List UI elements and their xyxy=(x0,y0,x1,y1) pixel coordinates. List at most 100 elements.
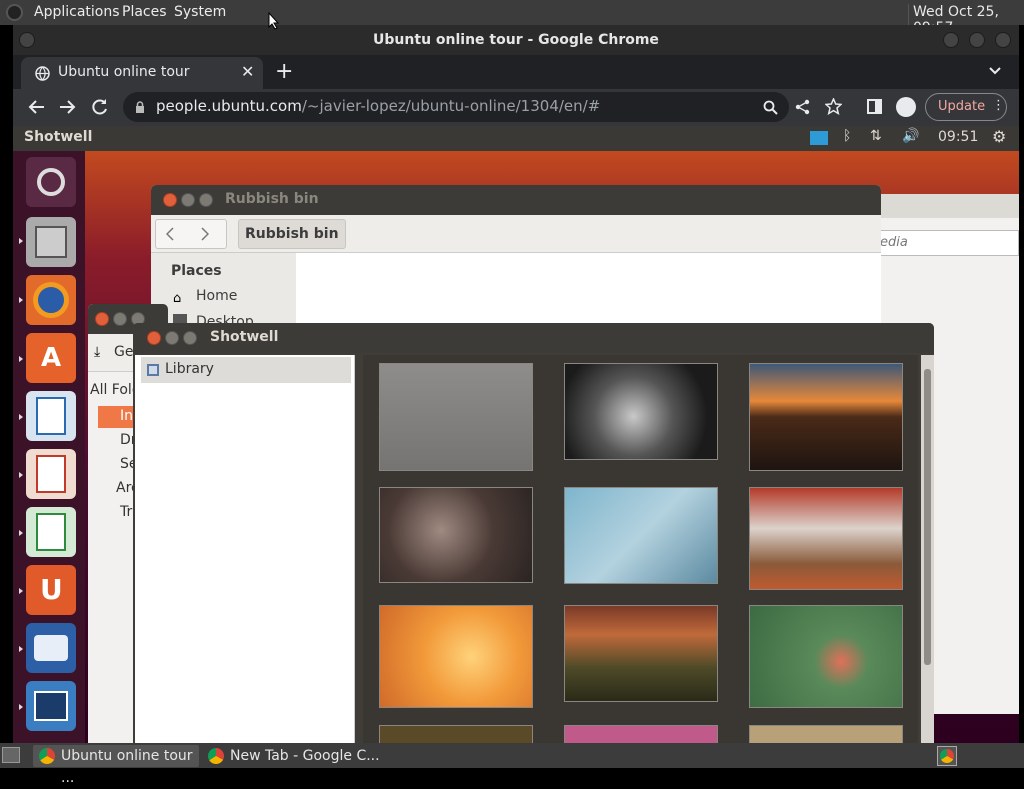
chrome-icon xyxy=(208,748,224,764)
launcher-writer-button[interactable] xyxy=(26,391,76,441)
tour-page: Shotwell ᛒ ⇅ 🔊 09:51 ⚙ A U edia Rubbish … xyxy=(13,126,1019,743)
chevron-left-icon[interactable] xyxy=(166,227,174,241)
zoom-icon[interactable] xyxy=(763,100,778,115)
photo-thumbnail[interactable] xyxy=(564,725,718,743)
photo-thumbnail[interactable] xyxy=(379,487,533,583)
tour-clock[interactable]: 09:51 xyxy=(938,129,978,145)
tab-ubuntu-online-tour[interactable]: Ubuntu online tour ✕ xyxy=(21,57,263,89)
launcher-ubuntu-one-button[interactable]: U xyxy=(26,565,76,615)
window-menu-button[interactable] xyxy=(19,32,35,48)
top-panel: Applications Places System Wed Oct 25, 0… xyxy=(0,0,1024,36)
address-bar[interactable]: people.ubuntu.com/~javier-lopez/ubuntu-o… xyxy=(123,92,789,122)
taskbar-item-ubuntu-tour[interactable]: Ubuntu online tour ... xyxy=(33,745,199,786)
menu-applications[interactable]: Applications xyxy=(34,4,120,20)
globe-icon xyxy=(35,66,50,81)
close-button[interactable] xyxy=(995,32,1011,48)
photo-thumbnail[interactable] xyxy=(379,363,533,471)
url-host: people.ubuntu.com xyxy=(156,97,302,115)
chrome-window: Ubuntu online tour - Google Chrome Ubunt… xyxy=(13,25,1019,743)
photo-thumbnail[interactable] xyxy=(564,605,718,702)
bluetooth-icon[interactable]: ᛒ xyxy=(843,128,851,144)
launcher-shotwell-button[interactable] xyxy=(26,681,76,731)
library-icon xyxy=(147,364,159,376)
close-button[interactable] xyxy=(163,193,177,207)
chrome-window-title: Ubuntu online tour - Google Chrome xyxy=(373,32,659,48)
more-menu-icon[interactable]: ⋮ xyxy=(992,98,1005,113)
new-tab-button[interactable]: + xyxy=(275,59,293,84)
launcher-dash-button[interactable] xyxy=(26,157,76,207)
folder-row[interactable]: Tr xyxy=(120,504,132,520)
photo-thumbnail[interactable] xyxy=(379,725,533,743)
shotwell-title-bar[interactable]: Shotwell xyxy=(133,323,934,353)
photo-thumbnail[interactable] xyxy=(749,605,903,708)
maximize-button[interactable] xyxy=(199,193,213,207)
launcher-software-center-button[interactable]: A xyxy=(26,333,76,383)
network-icon[interactable]: ⇅ xyxy=(870,128,882,144)
places-header: Places xyxy=(171,263,222,279)
rubbish-bin-title-bar[interactable]: Rubbish bin xyxy=(151,185,881,215)
minimize-button[interactable] xyxy=(113,312,127,326)
workspace-switcher[interactable] xyxy=(937,746,957,766)
sidebar-item-library[interactable]: Library xyxy=(141,357,351,383)
rubbish-bin-title: Rubbish bin xyxy=(225,191,319,207)
files-toolbar-label[interactable]: Ge xyxy=(114,344,133,360)
close-button[interactable] xyxy=(95,312,109,326)
search-field[interactable]: edia xyxy=(873,230,1019,256)
scrollbar[interactable] xyxy=(921,355,934,743)
lock-icon xyxy=(136,101,144,113)
menu-system[interactable]: System xyxy=(174,4,226,20)
gear-icon[interactable]: ⚙ xyxy=(992,127,1006,146)
photo-thumbnail[interactable] xyxy=(749,725,903,743)
minimize-button[interactable] xyxy=(943,32,959,48)
share-icon[interactable] xyxy=(795,99,811,115)
gnome-foot-icon[interactable] xyxy=(6,4,23,21)
profile-avatar-icon[interactable] xyxy=(896,97,916,117)
photo-thumbnail[interactable] xyxy=(564,487,718,584)
menu-places[interactable]: Places xyxy=(122,4,167,20)
active-app-name: Shotwell xyxy=(24,129,93,145)
rubbish-bin-window: Rubbish bin Rubbish bin Places ⌂ Home De… xyxy=(151,185,881,335)
photo-thumbnail[interactable] xyxy=(749,487,903,590)
scrollbar-thumb[interactable] xyxy=(924,369,931,665)
volume-icon[interactable]: 🔊 xyxy=(902,128,919,144)
forward-arrow-icon[interactable] xyxy=(59,99,77,115)
launcher-calc-button[interactable] xyxy=(26,507,76,557)
photo-thumbnail[interactable] xyxy=(379,605,533,708)
tab-strip: Ubuntu online tour ✕ + xyxy=(13,55,1019,89)
tab-close-icon[interactable]: ✕ xyxy=(241,62,254,81)
maximize-button[interactable] xyxy=(969,32,985,48)
reload-icon[interactable] xyxy=(91,98,109,116)
path-bar-rubbish-bin[interactable]: Rubbish bin xyxy=(238,219,346,249)
chrome-icon xyxy=(940,749,954,763)
side-panel-icon[interactable] xyxy=(867,99,882,114)
launcher: A U xyxy=(13,151,85,743)
minimize-button[interactable] xyxy=(165,331,179,345)
chrome-icon xyxy=(39,748,55,764)
back-arrow-icon[interactable] xyxy=(27,99,45,115)
chevron-down-icon[interactable] xyxy=(989,67,1001,75)
bookmark-star-icon[interactable] xyxy=(825,98,842,115)
shotwell-window: Shotwell Library xyxy=(133,323,934,743)
update-button[interactable]: Update ⋮ xyxy=(925,93,1007,121)
show-desktop-icon[interactable] xyxy=(2,747,20,763)
launcher-thunderbird-button[interactable] xyxy=(26,623,76,673)
minimize-button[interactable] xyxy=(181,193,195,207)
photo-grid xyxy=(363,355,934,743)
download-icon: ⤓ xyxy=(94,344,101,360)
close-button[interactable] xyxy=(147,331,161,345)
url-path: /~javier-lopez/ubuntu-online/1304/en/# xyxy=(301,97,601,115)
mail-icon[interactable] xyxy=(810,131,828,145)
mouse-cursor-icon xyxy=(268,12,280,30)
taskbar-item-new-tab[interactable]: New Tab - Google C... xyxy=(202,745,392,767)
bottom-taskbar: Ubuntu online tour ... New Tab - Google … xyxy=(0,743,1024,786)
photo-thumbnail[interactable] xyxy=(749,363,903,471)
launcher-firefox-button[interactable] xyxy=(26,275,76,325)
sidebar-item-home[interactable]: Home xyxy=(196,288,237,304)
launcher-impress-button[interactable] xyxy=(26,449,76,499)
chevron-right-icon[interactable] xyxy=(201,227,209,241)
photo-thumbnail[interactable] xyxy=(564,363,718,460)
launcher-files-button[interactable] xyxy=(26,217,76,267)
shotwell-sidebar: Library xyxy=(135,355,355,743)
chrome-title-bar[interactable]: Ubuntu online tour - Google Chrome xyxy=(13,25,1019,55)
maximize-button[interactable] xyxy=(183,331,197,345)
